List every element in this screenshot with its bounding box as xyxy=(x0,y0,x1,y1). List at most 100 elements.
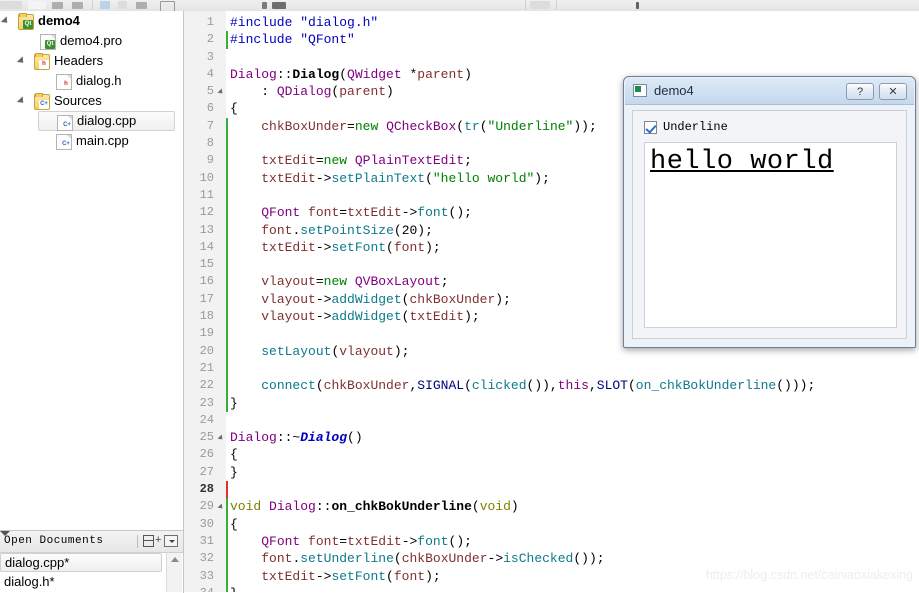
tree-expand-arrow-icon[interactable] xyxy=(16,96,27,106)
tree-item-demo4[interactable]: Qt demo4 xyxy=(0,11,183,31)
close-button[interactable]: ✕ xyxy=(879,83,907,100)
line-number: 5 xyxy=(206,84,214,99)
change-marker-added xyxy=(226,204,228,222)
open-document-item[interactable]: dialog.cpp* xyxy=(0,553,162,572)
code-line[interactable]: 23} xyxy=(184,394,919,412)
code-fold-arrow-icon[interactable] xyxy=(217,88,225,96)
open-documents-panel[interactable]: Open Documents + dialog.cpp* dialog.h* xyxy=(0,530,184,593)
help-button[interactable]: ? xyxy=(846,83,874,100)
line-number: 19 xyxy=(199,326,214,341)
code-line[interactable]: 30 { xyxy=(184,515,919,533)
open-documents-title: Open Documents xyxy=(4,535,104,547)
toolbar-icon-9[interactable] xyxy=(262,2,267,9)
tree-item-label: demo4.pro xyxy=(60,33,123,48)
tree-item-headers[interactable]: h Headers xyxy=(0,51,183,71)
toolbar-icon-12[interactable] xyxy=(636,2,639,9)
open-documents-scrollbar[interactable] xyxy=(166,553,182,592)
change-marker-added xyxy=(226,550,228,568)
project-tree-pane[interactable]: Qt demo4 Qt demo4.pro h Headers h dialog.h C+ Sou… xyxy=(0,11,184,530)
code-line[interactable]: 26 { xyxy=(184,446,919,463)
code-line[interactable]: 29 void Dialog::on_chkBokUnderline(void) xyxy=(184,498,919,516)
code-line-text: txtEdit->setPlainText("hello world"); xyxy=(261,170,550,186)
code-line[interactable]: 31 QFont font=txtEdit->font(); xyxy=(184,532,919,551)
line-number: 29 xyxy=(199,499,214,514)
change-marker-added xyxy=(226,532,228,551)
watermark-text: https://blog.csdn.net/cainiaoxiakexing xyxy=(705,568,913,582)
tree-item-dialog-cpp[interactable]: C+ dialog.cpp xyxy=(38,111,175,131)
code-line-text: { xyxy=(230,447,238,463)
file-type-badge: C+ xyxy=(61,140,71,149)
tree-item-demo4-pro[interactable]: Qt demo4.pro xyxy=(0,31,183,51)
line-number: 32 xyxy=(199,551,214,566)
toolbar-icon-2[interactable] xyxy=(28,1,46,9)
tree-item-main-cpp[interactable]: C+ main.cpp xyxy=(0,131,183,151)
change-marker-added xyxy=(226,117,228,136)
toolbar-icon-6[interactable] xyxy=(118,1,127,9)
code-line[interactable]: 1 #include "dialog.h" xyxy=(184,14,919,31)
line-number: 7 xyxy=(206,118,214,133)
tree-item-label: demo4 xyxy=(38,13,80,28)
code-line-text: #include "dialog.h" xyxy=(230,15,379,30)
tree-expand-arrow-icon[interactable] xyxy=(0,16,11,26)
toolbar-icon-7[interactable] xyxy=(136,2,147,9)
code-fold-arrow-icon[interactable] xyxy=(217,503,225,511)
file-type-badge: Qt xyxy=(23,20,33,29)
change-marker-added xyxy=(226,342,228,360)
split-window-plus-icon[interactable] xyxy=(143,535,154,547)
tree-item-label: dialog.cpp xyxy=(77,113,137,128)
qt-application-window[interactable]: demo4 ? ✕ Underline hello world xyxy=(623,76,916,348)
code-line[interactable]: 25 Dialog::~Dialog() xyxy=(184,429,919,446)
code-line[interactable]: 2 #include "QFont" xyxy=(184,31,919,49)
plain-text-edit[interactable]: hello world xyxy=(644,142,897,328)
code-line-text: txtEdit=new QPlainTextEdit; xyxy=(261,153,472,169)
toolbar-icon-5[interactable] xyxy=(100,1,110,9)
code-fold-arrow-icon[interactable] xyxy=(217,434,225,442)
change-marker-added xyxy=(226,498,228,516)
underline-checkbox[interactable] xyxy=(644,121,657,134)
code-line[interactable]: 3 xyxy=(184,49,919,66)
dialog-title-bar[interactable]: demo4 ? ✕ xyxy=(625,78,914,105)
code-line-text: Dialog::~Dialog() xyxy=(230,430,363,446)
open-documents-list[interactable]: dialog.cpp* dialog.h* xyxy=(0,553,183,591)
change-marker-added xyxy=(226,152,228,170)
tree-item-dialog-h[interactable]: h dialog.h xyxy=(0,71,183,91)
change-marker-added xyxy=(226,256,228,274)
change-marker-added xyxy=(226,238,228,257)
tree-item-sources[interactable]: C+ Sources xyxy=(0,91,183,111)
tree-expand-arrow-icon[interactable] xyxy=(16,56,27,66)
dialog-body: Underline hello world xyxy=(632,110,907,339)
scroll-up-arrow-icon[interactable] xyxy=(171,557,179,562)
code-line[interactable]: 28 xyxy=(184,481,919,499)
change-marker-added xyxy=(226,169,228,187)
line-number: 33 xyxy=(199,568,214,583)
toolbar-icon-11[interactable] xyxy=(530,1,550,9)
open-document-item[interactable]: dialog.h* xyxy=(0,572,162,591)
code-line[interactable]: 32 font.setUnderline(chkBoxUnder->isChec… xyxy=(184,550,919,568)
project-tree[interactable]: Qt demo4 Qt demo4.pro h Headers h dialog.h C+ Sou… xyxy=(0,11,183,151)
h-file-icon: h xyxy=(56,74,72,90)
open-documents-header: Open Documents + xyxy=(0,531,183,553)
line-number: 1 xyxy=(206,15,214,29)
code-line-text: connect(chkBoxUnder,SIGNAL(clicked()),th… xyxy=(261,378,816,394)
code-line-text: vlayout=new QVBoxLayout; xyxy=(261,274,449,290)
code-line[interactable]: 21 xyxy=(184,359,919,378)
change-marker-added xyxy=(226,567,228,585)
line-number: 14 xyxy=(199,239,214,254)
code-line[interactable]: 22 connect(chkBoxUnder,SIGNAL(clicked())… xyxy=(184,377,919,395)
code-line[interactable]: 27} xyxy=(184,464,919,481)
toolbar-icon-1[interactable] xyxy=(0,1,22,9)
change-marker-added xyxy=(226,308,228,326)
tree-item-label: dialog.h xyxy=(76,73,122,88)
toolbar-icon-3[interactable] xyxy=(52,2,63,9)
code-line[interactable]: 24 xyxy=(184,412,919,429)
code-line-text: vlayout->addWidget(txtEdit); xyxy=(261,309,480,325)
file-type-badge: h xyxy=(39,60,49,69)
close-dropdown-icon[interactable] xyxy=(164,535,178,547)
code-line-text: void Dialog::on_chkBokUnderline(void) xyxy=(230,499,519,515)
toolbar-separator-3 xyxy=(556,0,557,10)
line-number: 27 xyxy=(199,464,214,479)
code-line[interactable]: 34} xyxy=(184,584,919,592)
code-line-text: QFont font=txtEdit->font(); xyxy=(261,533,472,549)
toolbar-icon-4[interactable] xyxy=(72,2,83,9)
toolbar-icon-10[interactable] xyxy=(272,2,286,9)
